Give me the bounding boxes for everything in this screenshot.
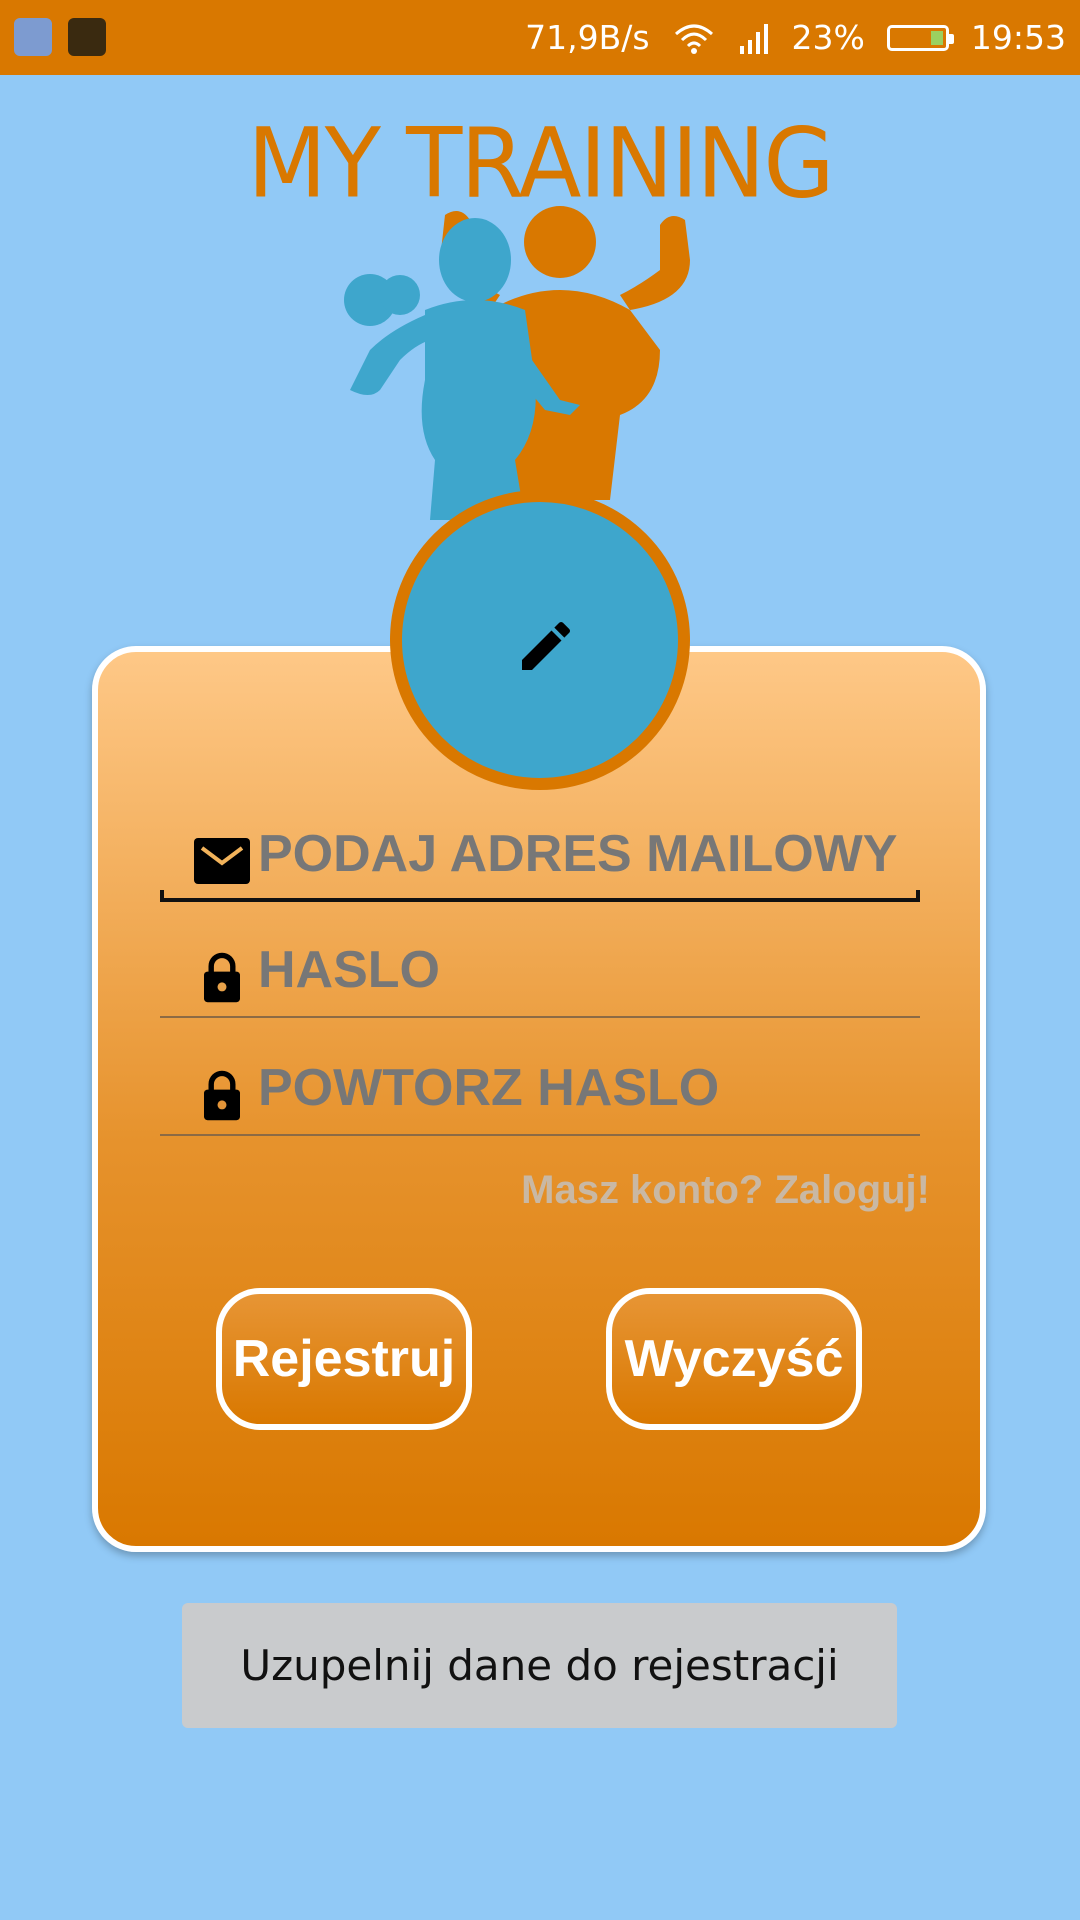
password-field[interactable]: HASLO [160, 926, 920, 1018]
avatar-button[interactable] [390, 490, 690, 790]
login-link[interactable]: Masz konto? Zaloguj! [521, 1168, 930, 1213]
repeat-password-placeholder: POWTORZ HASLO [258, 1059, 720, 1117]
battery-icon [886, 24, 954, 51]
repeat-password-underline [160, 1134, 920, 1136]
fitness-figures-logo [344, 206, 690, 520]
network-speed: 71,9B/s [525, 18, 650, 57]
notification-app-icon [14, 18, 52, 56]
clear-button[interactable]: Wyczyść [606, 1288, 862, 1430]
battery-level-fill [930, 30, 943, 45]
battery-percent: 23% [791, 18, 865, 57]
status-bar: 71,9B/s 23% 19:53 [0, 0, 1080, 75]
email-icon [194, 838, 250, 884]
register-button[interactable]: Rejestruj [216, 1288, 472, 1430]
email-placeholder: PODAJ ADRES MAILOWY [258, 825, 898, 883]
pencil-icon [522, 621, 571, 670]
status-indicators: 71,9B/s 23% 19:53 [525, 0, 1066, 75]
email-underline [160, 890, 920, 902]
email-field[interactable]: PODAJ ADRES MAILOWY [160, 810, 920, 902]
password-underline [160, 1016, 920, 1018]
clock: 19:53 [970, 18, 1066, 57]
repeat-password-field[interactable]: POWTORZ HASLO [160, 1044, 920, 1136]
password-placeholder: HASLO [258, 941, 440, 999]
wifi-icon [674, 24, 713, 54]
signal-icon [739, 23, 768, 54]
lock-icon [204, 1070, 240, 1121]
toast-message: Uzupelnij dane do rejestracji [182, 1603, 897, 1728]
lock-icon [204, 952, 240, 1003]
notification-icons [14, 18, 106, 56]
weather-icon [68, 18, 106, 56]
